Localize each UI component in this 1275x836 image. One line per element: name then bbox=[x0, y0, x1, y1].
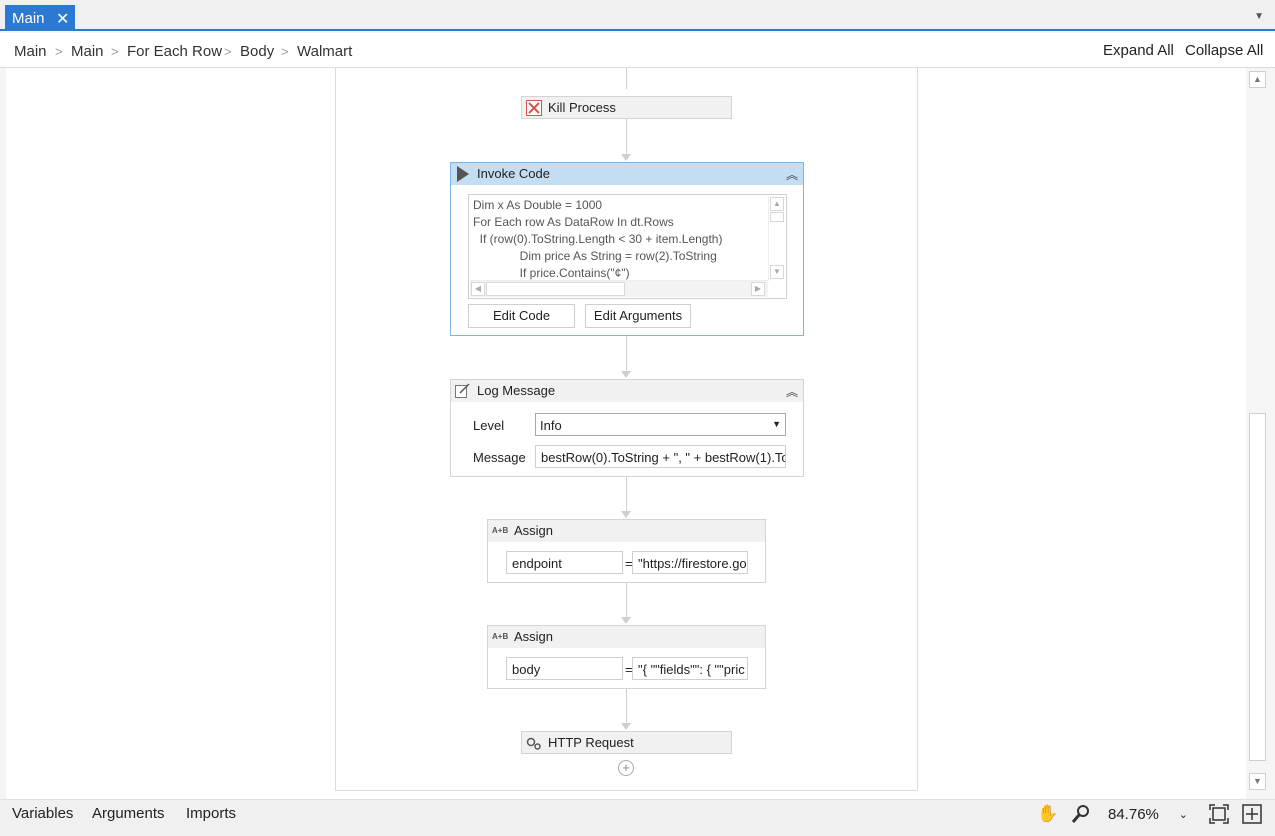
activity-title: HTTP Request bbox=[548, 735, 634, 750]
document-tab-bar: Main ✕ ▼ bbox=[0, 0, 1275, 31]
fit-to-screen-icon[interactable] bbox=[1208, 804, 1230, 826]
activity-title: Log Message bbox=[477, 383, 556, 398]
chevron-right-icon: > bbox=[55, 44, 63, 59]
breadcrumb-item[interactable]: Main bbox=[14, 43, 47, 60]
chevron-down-icon: ⌄ bbox=[1178, 809, 1188, 821]
assign-icon: A+B bbox=[492, 526, 509, 535]
scroll-right-icon[interactable]: ▶ bbox=[751, 282, 765, 296]
activity-title: Invoke Code bbox=[477, 166, 550, 181]
overview-icon[interactable] bbox=[1241, 804, 1263, 826]
tab-main-label: Main bbox=[12, 10, 45, 27]
gears-icon bbox=[526, 737, 541, 750]
connector-arrow bbox=[621, 511, 631, 518]
activity-title: Assign bbox=[514, 629, 554, 644]
message-label: Message bbox=[473, 450, 526, 465]
breadcrumb-item[interactable]: Main bbox=[71, 43, 104, 60]
assign-activity[interactable]: A+B Assign body = "{ ""fields"": { ""pri… bbox=[487, 625, 766, 689]
code-vertical-scrollbar[interactable]: ▲ ▼ bbox=[768, 196, 785, 281]
assign-value-input[interactable]: "https://firestore.go bbox=[632, 551, 748, 574]
code-editor[interactable]: Dim x As Double = 1000 For Each row As D… bbox=[468, 194, 787, 299]
designer-statusbar: Variables Arguments Imports ✋ 84.76% ⌄ bbox=[0, 799, 1275, 836]
arguments-tab[interactable]: Arguments bbox=[92, 805, 165, 822]
activity-header[interactable]: Log Message ︽ bbox=[451, 380, 803, 402]
connector-line bbox=[626, 119, 627, 155]
code-line: Dim price As String = row(2).ToString bbox=[473, 249, 717, 263]
scroll-up-icon[interactable]: ▲ bbox=[1249, 71, 1266, 88]
kill-process-activity[interactable]: Kill Process bbox=[521, 96, 732, 119]
scroll-down-icon[interactable]: ▼ bbox=[770, 265, 784, 279]
kill-process-icon bbox=[526, 100, 542, 116]
tab-main[interactable]: Main ✕ bbox=[5, 5, 75, 31]
assign-value-input[interactable]: "{ ""fields"": { ""pric bbox=[632, 657, 748, 680]
scroll-up-icon[interactable]: ▲ bbox=[770, 197, 784, 211]
breadcrumb-item[interactable]: For Each Row bbox=[127, 43, 222, 60]
assign-to-input[interactable]: endpoint bbox=[506, 551, 623, 574]
overview-glyph bbox=[1242, 804, 1262, 824]
connector-line bbox=[626, 68, 627, 89]
connector-arrow bbox=[621, 723, 631, 730]
invoke-code-activity[interactable]: Invoke Code ︽ Dim x As Double = 1000 For… bbox=[450, 162, 804, 336]
activity-title: Assign bbox=[514, 523, 554, 538]
log-message-activity[interactable]: Log Message ︽ Level Info ▼ Message bestR… bbox=[450, 379, 804, 477]
collapse-icon[interactable]: ︽ bbox=[786, 166, 798, 183]
level-value: Info bbox=[540, 418, 562, 433]
chevron-right-icon: > bbox=[224, 44, 232, 59]
fit-screen-glyph bbox=[1209, 804, 1229, 824]
scroll-down-icon[interactable]: ▼ bbox=[1249, 773, 1266, 790]
connector-line bbox=[626, 336, 627, 372]
level-dropdown[interactable]: Info ▼ bbox=[535, 413, 786, 436]
collapse-all-button[interactable]: Collapse All bbox=[1185, 42, 1263, 59]
code-horizontal-scrollbar[interactable]: ◀ ▶ bbox=[470, 280, 768, 297]
variables-tab[interactable]: Variables bbox=[12, 805, 73, 822]
activity-title: Kill Process bbox=[548, 100, 616, 115]
breadcrumb-item[interactable]: Body bbox=[240, 43, 274, 60]
play-icon bbox=[457, 166, 469, 182]
activity-header[interactable]: Invoke Code ︽ bbox=[451, 163, 803, 185]
edit-code-button[interactable]: Edit Code bbox=[468, 304, 575, 328]
close-icon[interactable]: ✕ bbox=[56, 9, 69, 29]
scroll-thumb[interactable] bbox=[486, 282, 625, 296]
chevron-right-icon: > bbox=[111, 44, 119, 59]
connector-arrow bbox=[621, 154, 631, 161]
connector-arrow bbox=[621, 371, 631, 378]
breadcrumb-item-current: Walmart bbox=[297, 43, 353, 60]
chevron-right-icon: > bbox=[281, 44, 289, 59]
scroll-thumb[interactable] bbox=[1249, 413, 1266, 761]
code-line: If price.Contains("¢") bbox=[473, 266, 630, 280]
canvas-vertical-scrollbar[interactable]: ▲ ▼ bbox=[1247, 68, 1268, 799]
assign-to-input[interactable]: body bbox=[506, 657, 623, 680]
level-label: Level bbox=[473, 418, 505, 433]
edit-arguments-button[interactable]: Edit Arguments bbox=[585, 304, 691, 328]
log-message-icon bbox=[455, 383, 470, 398]
designer-canvas[interactable]: Kill Process Invoke Code ︽ Dim x As Doub… bbox=[6, 68, 1246, 799]
zoom-value: 84.76% bbox=[1108, 806, 1159, 823]
connector-line bbox=[626, 477, 627, 512]
activity-header[interactable]: A+B Assign bbox=[488, 520, 765, 542]
assign-icon: A+B bbox=[492, 632, 509, 641]
code-line: If (row(0).ToString.Length < 30 + item.L… bbox=[473, 232, 723, 246]
code-line: For Each row As DataRow In dt.Rows bbox=[473, 215, 674, 229]
collapse-icon[interactable]: ︽ bbox=[786, 383, 798, 400]
imports-tab[interactable]: Imports bbox=[186, 805, 236, 822]
message-input[interactable]: bestRow(0).ToString + ", " + bestRow(1).… bbox=[535, 445, 786, 468]
add-activity-icon[interactable]: + bbox=[618, 760, 634, 776]
connector-line bbox=[626, 689, 627, 724]
scroll-thumb[interactable] bbox=[770, 212, 784, 222]
assign-activity[interactable]: A+B Assign endpoint = "https://firestore… bbox=[487, 519, 766, 583]
expand-all-button[interactable]: Expand All bbox=[1103, 42, 1174, 59]
magnifier-icon bbox=[1071, 805, 1089, 823]
code-line: Dim x As Double = 1000 bbox=[473, 198, 603, 212]
connector-arrow bbox=[621, 617, 631, 624]
activity-header[interactable]: A+B Assign bbox=[488, 626, 765, 648]
zoom-level-dropdown[interactable]: 84.76% ⌄ bbox=[1103, 803, 1196, 828]
scroll-left-icon[interactable]: ◀ bbox=[471, 282, 485, 296]
chevron-down-icon: ▼ bbox=[772, 419, 781, 429]
connector-line bbox=[626, 583, 627, 618]
chevron-down-icon[interactable]: ▼ bbox=[1254, 11, 1264, 22]
http-request-activity[interactable]: HTTP Request bbox=[521, 731, 732, 754]
zoom-icon[interactable] bbox=[1070, 804, 1092, 826]
breadcrumb: Main > Main > For Each Row > Body > Walm… bbox=[0, 33, 1275, 68]
hand-icon[interactable]: ✋ bbox=[1037, 804, 1059, 826]
